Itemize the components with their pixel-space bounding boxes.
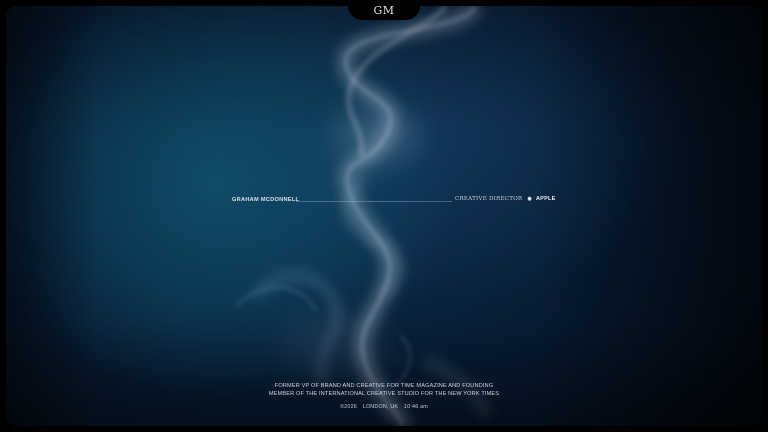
local-time: 10:46 am: [403, 404, 428, 410]
page-stage: GM GRAHAM MCDONNELL CREATIVE DIRECTOR ● …: [0, 0, 768, 432]
name-role-divider: [296, 201, 452, 202]
bio-line-2: MEMBER OF THE INTERNATIONAL CREATIVE STU…: [268, 391, 500, 398]
background-scene: [6, 6, 762, 426]
smoke-illustration: [235, 6, 491, 426]
bio-line-1: FORMER VP OF BRAND AND CREATIVE FOR TIME…: [274, 383, 494, 389]
location-text: LONDON, UK: [362, 404, 399, 410]
role-line: CREATIVE DIRECTOR ● APPLE: [455, 196, 556, 202]
footer-meta: ©2026 LONDON, UK 10:46 am: [234, 404, 534, 410]
bio-text: FORMER VP OF BRAND AND CREATIVE FOR TIME…: [234, 382, 534, 399]
monogram-logo[interactable]: GM: [348, 4, 420, 17]
company-name: APPLE: [535, 196, 556, 202]
copyright-text: ©2026: [340, 404, 357, 410]
person-name: GRAHAM MCDONNELL: [232, 197, 300, 203]
apple-logo-icon: ●: [527, 196, 532, 202]
role-title: CREATIVE DIRECTOR: [455, 196, 523, 202]
